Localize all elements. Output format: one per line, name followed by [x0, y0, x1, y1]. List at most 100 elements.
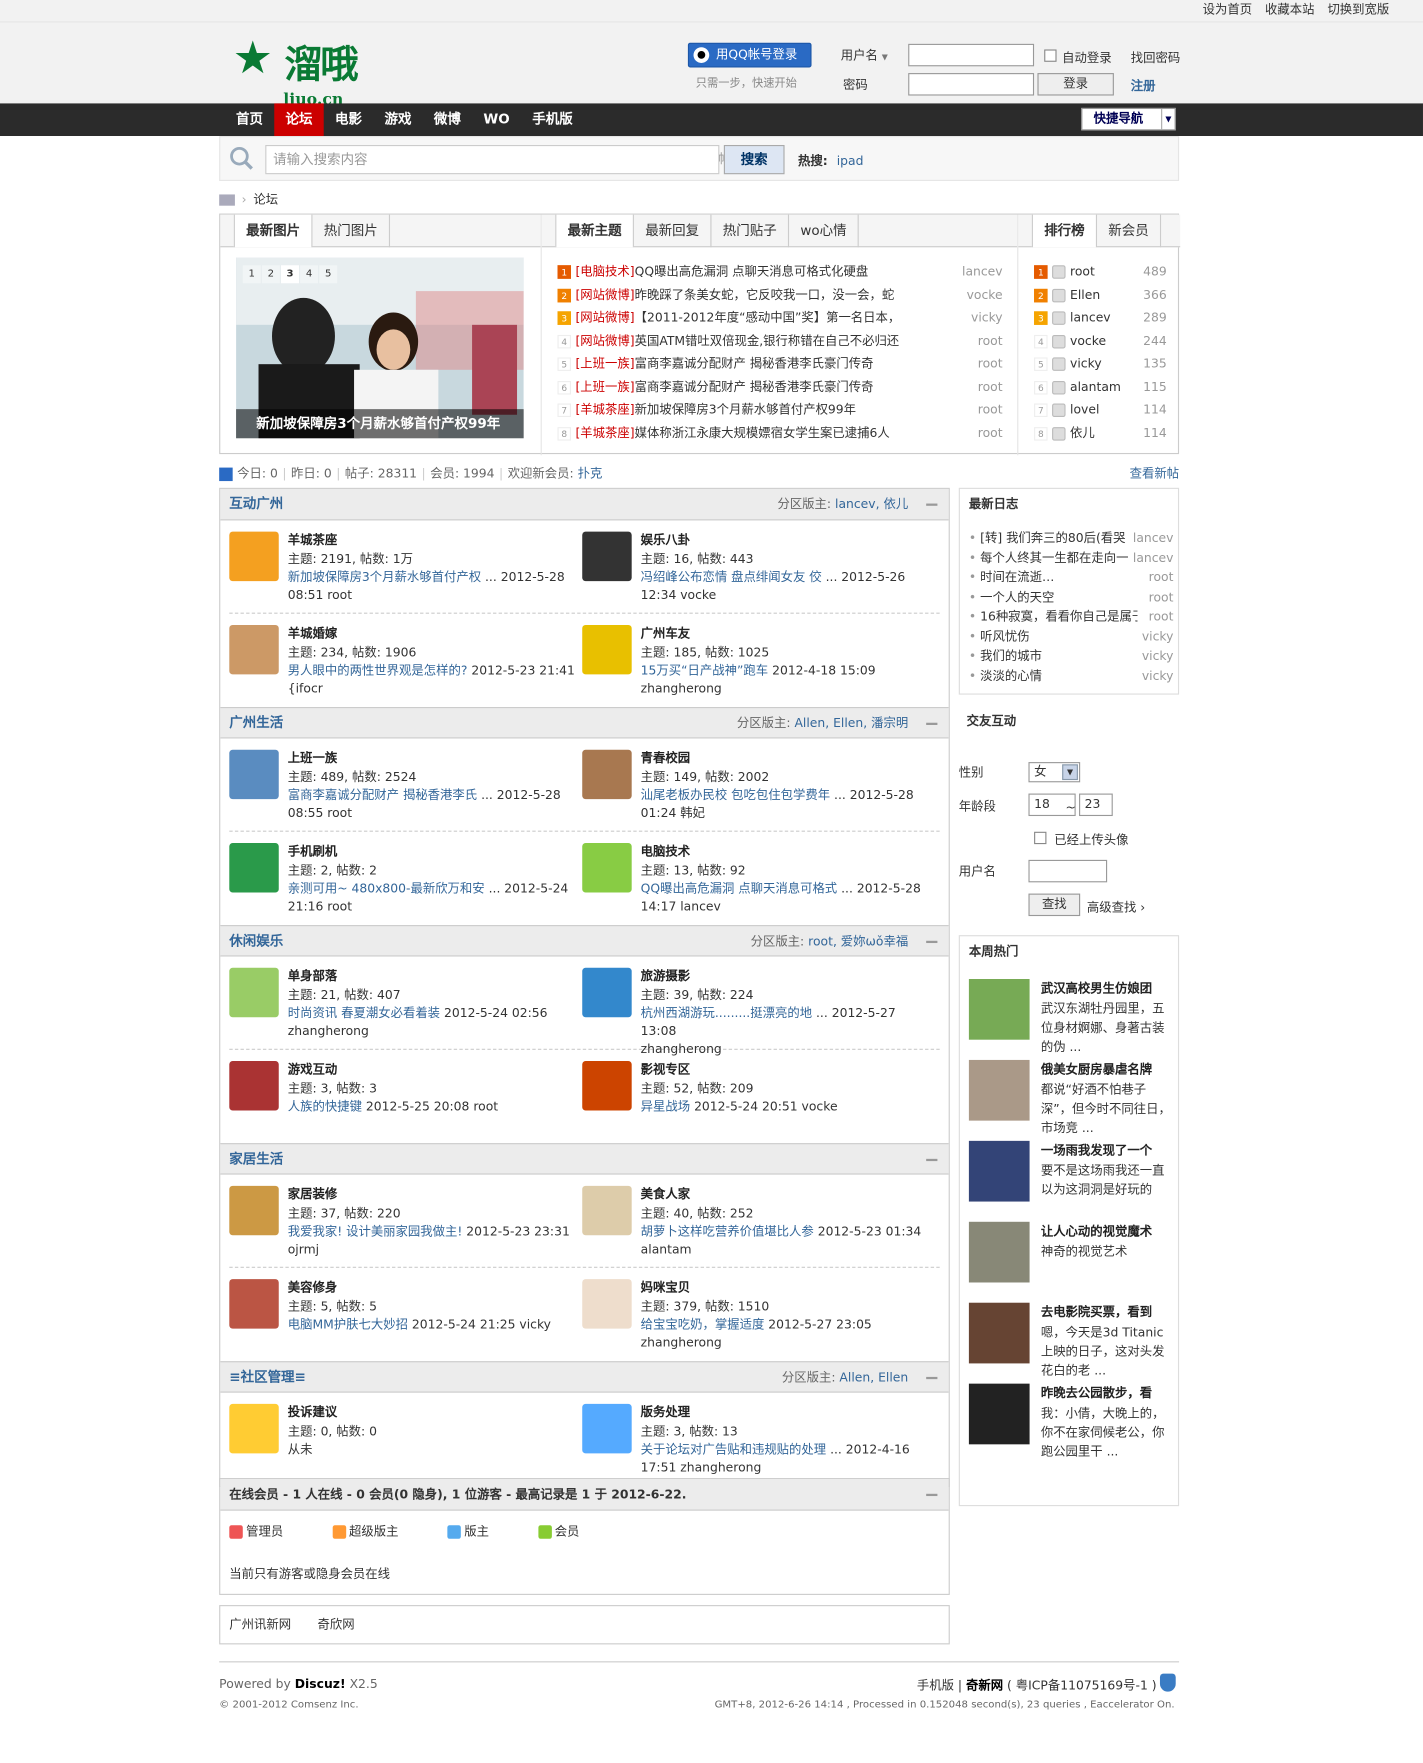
site-logo[interactable]: ★ 溜哦 liuo.cn [233, 36, 359, 108]
rank-user[interactable]: alantam [1070, 379, 1121, 394]
last-post-link[interactable]: 关于论坛对广告贴和违规贴的处理 [641, 1442, 826, 1457]
tab-hot-posts[interactable]: 热门贴子 [712, 214, 790, 248]
blog-item[interactable]: • 我们的城市 vicky [969, 646, 1174, 666]
avatar[interactable] [1052, 357, 1066, 371]
rank-item[interactable]: 3 lancev 289 [1034, 307, 1167, 330]
age-to-input[interactable]: 23 [1079, 793, 1113, 817]
forum-name[interactable]: 投诉建议 [288, 1403, 337, 1421]
topic-item[interactable]: 4 [网站微博]英国ATM错吐双倍现金,银行称错在自己不必归还 root [557, 330, 1003, 353]
rank-user[interactable]: lovel [1070, 402, 1099, 417]
rank-item[interactable]: 8 依儿 114 [1034, 422, 1167, 445]
tab-ranking[interactable]: 排行榜 [1031, 214, 1098, 248]
forum-icon[interactable] [229, 1403, 279, 1454]
username-search-input[interactable] [1028, 859, 1108, 883]
hot-item-title[interactable]: 武汉高校男生仿娘团 [1041, 979, 1178, 997]
section-title[interactable]: ≡社区管理≡ [229, 1369, 306, 1385]
topic-category[interactable]: [网站微博] [575, 310, 634, 325]
forum-icon[interactable] [229, 967, 279, 1018]
forum-icon[interactable] [582, 967, 632, 1018]
forum-name[interactable]: 电脑技术 [641, 842, 690, 860]
forum-icon[interactable] [582, 749, 632, 800]
tab-wo-mood[interactable]: wo心情 [789, 214, 859, 248]
avatar[interactable] [1052, 334, 1066, 348]
hot-item[interactable]: 一场雨我发现了一个 要不是这场雨我还一直以为这洞洞是好玩的 [968, 1140, 1174, 1206]
section-title[interactable]: 休闲娱乐 [229, 933, 283, 949]
topic-category[interactable]: [上班一族] [575, 356, 634, 371]
view-new-posts-link[interactable]: 查看新帖 [1130, 464, 1179, 482]
topic-category[interactable]: [电脑技术] [575, 264, 634, 279]
has-avatar-checkbox[interactable] [1034, 831, 1047, 845]
hot-item-title[interactable]: 一场雨我发现了一个 [1041, 1141, 1178, 1159]
tab-latest-topics[interactable]: 最新主题 [555, 214, 634, 248]
blog-item[interactable]: • 一个人的天空 root [969, 587, 1174, 607]
topic-title[interactable]: 富商李嘉诚分配财产 揭秘香港李氏豪门传奇 [635, 379, 874, 394]
blog-title[interactable]: 一个人的天空 [980, 587, 1137, 607]
nav-weibo[interactable]: 微博 [423, 103, 472, 136]
slide-page-5[interactable]: 5 [319, 265, 338, 284]
forum-icon[interactable] [229, 531, 279, 582]
blog-author[interactable]: lancev [1133, 548, 1174, 568]
rank-user[interactable]: Ellen [1070, 287, 1100, 302]
forum-icon[interactable] [582, 1403, 632, 1454]
slide-page-1[interactable]: 1 [242, 265, 261, 284]
search-input[interactable]: 请输入搜索内容 帖子 ▼ [265, 144, 753, 175]
search-button[interactable]: 搜索 [723, 144, 785, 175]
nav-home[interactable]: 首页 [225, 103, 274, 136]
forum-icon[interactable] [582, 1279, 632, 1329]
home-icon[interactable] [219, 194, 235, 206]
rank-item[interactable]: 2 Ellen 366 [1034, 284, 1167, 307]
bookmark-link[interactable]: 收藏本站 [1265, 2, 1314, 17]
topic-title[interactable]: 富商李嘉诚分配财产 揭秘香港李氏豪门传奇 [635, 356, 874, 371]
hot-search-term[interactable]: ipad [837, 154, 864, 169]
topic-category[interactable]: [上班一族] [575, 379, 634, 394]
last-post-link[interactable]: 胡萝卜这样吃营养价值堪比人参 [641, 1224, 814, 1239]
rank-item[interactable]: 1 root 489 [1034, 261, 1167, 284]
section-title[interactable]: 家居生活 [229, 1151, 283, 1167]
moderator-links[interactable]: root, 爱妳ωǒ幸福 [808, 934, 908, 949]
slide-page-2[interactable]: 2 [261, 265, 280, 284]
hot-item-thumbnail[interactable] [968, 1221, 1030, 1283]
topic-author[interactable]: vicky [971, 307, 1003, 330]
blog-author[interactable]: root [1149, 607, 1174, 627]
tab-hot-pics[interactable]: 热门图片 [312, 214, 391, 248]
hot-item-thumbnail[interactable] [968, 1383, 1030, 1445]
topic-author[interactable]: root [978, 422, 1003, 445]
forum-icon[interactable] [229, 1279, 279, 1329]
forgot-password-link[interactable]: 找回密码 [1131, 48, 1180, 66]
last-post-link[interactable]: 男人眼中的两性世界观是怎样的? [288, 663, 468, 678]
set-homepage-link[interactable]: 设为首页 [1203, 2, 1252, 17]
blog-author[interactable]: vicky [1142, 646, 1174, 666]
topic-item[interactable]: 2 [网站微博]昨晚踩了条美女蛇，它反咬我一口，没一会，蛇 vocke [557, 284, 1003, 307]
topic-author[interactable]: root [978, 376, 1003, 399]
gender-select[interactable]: 女 ▼ [1028, 762, 1081, 783]
hot-item-thumbnail[interactable] [968, 1302, 1030, 1364]
avatar[interactable] [1052, 426, 1066, 441]
topic-item[interactable]: 7 [羊城茶座]新加坡保障房3个月薪水够首付产权99年 root [557, 399, 1003, 422]
last-post-link[interactable]: 亲测可用~ 480x800-最新欣万和安 [288, 881, 485, 896]
topic-category[interactable]: [羊城茶座] [575, 425, 634, 440]
collapse-icon[interactable] [926, 1376, 938, 1380]
moderator-links[interactable]: Allen, Ellen [839, 1370, 908, 1385]
nav-wo[interactable]: WO [472, 103, 521, 136]
forum-icon[interactable] [582, 624, 632, 675]
last-post-link[interactable]: QQ曝出高危漏洞 点聊天消息可格式 [641, 881, 837, 896]
forum-icon[interactable] [582, 531, 632, 582]
hot-item-title[interactable]: 让人心动的视觉魔术 [1041, 1222, 1178, 1240]
collapse-icon[interactable] [926, 503, 938, 506]
blog-title[interactable]: 每个人终其一生都在走向一 [980, 548, 1137, 568]
forum-name[interactable]: 羊城茶座 [288, 531, 337, 549]
rank-item[interactable]: 4 vocke 244 [1034, 330, 1167, 353]
blog-title[interactable]: 我们的城市 [980, 646, 1137, 666]
last-post-link[interactable]: 15万买“日产战神”跑车 [641, 663, 768, 678]
hot-item[interactable]: 去电影院买票，看到 嗯，今天是3d Titanic上映的日子，这对头发花白的老 .… [968, 1302, 1174, 1378]
forum-icon[interactable] [229, 842, 279, 893]
last-post-link[interactable]: 富商李嘉诚分配财产 揭秘香港李氏 [288, 788, 477, 803]
topic-title[interactable]: 昨晚踩了条美女蛇，它反咬我一口，没一会，蛇 [635, 287, 895, 302]
avatar[interactable] [1052, 265, 1066, 279]
blog-item[interactable]: • 时间在流逝… root [969, 568, 1174, 588]
blog-item[interactable]: • [转] 我们奔三的80后(看哭 lancev [969, 528, 1174, 548]
blog-item[interactable]: • 16种寂寞，看看你自己是属于 root [969, 607, 1174, 627]
forum-name[interactable]: 娱乐八卦 [641, 531, 690, 549]
collapse-icon[interactable] [926, 1158, 938, 1162]
last-post-link[interactable]: 冯绍峰公布恋情 盘点绯闻女友 佼 [641, 570, 822, 585]
